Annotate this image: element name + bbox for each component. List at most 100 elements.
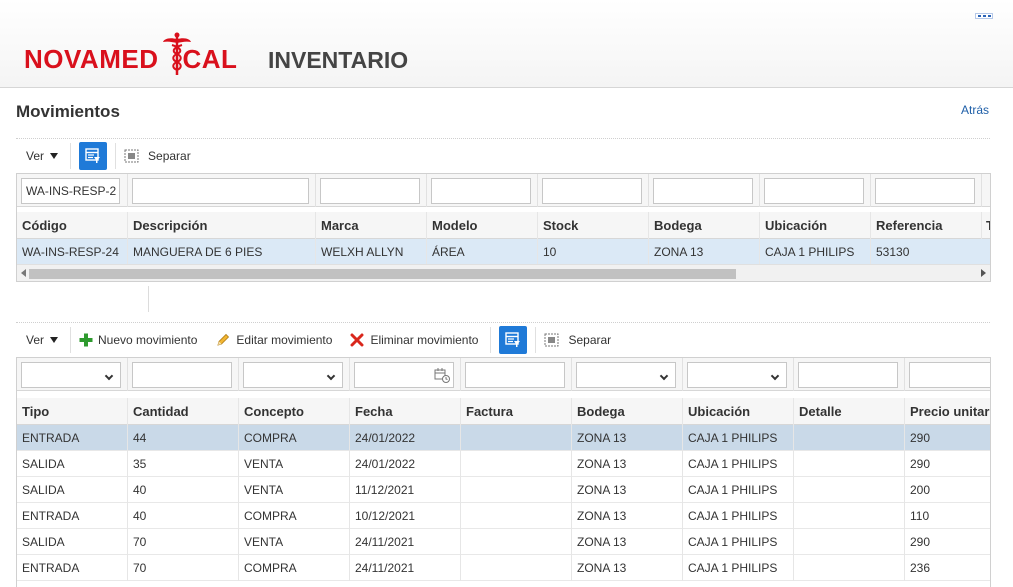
cell-tipo: SALIDA (17, 451, 128, 477)
filter-date-fecha[interactable] (354, 362, 454, 388)
column-header-cantidad[interactable]: Cantidad (128, 398, 239, 425)
column-header-referencia[interactable]: Referencia (871, 212, 982, 239)
table-row[interactable]: ENTRADA 44 COMPRA 24/01/2022 ZONA 13 CAJA 1 P… (17, 425, 990, 451)
table-row[interactable]: SALIDA 35 VENTA 24/01/2022 ZONA 13 CAJA 1 PHI… (17, 451, 990, 477)
cell-factura (461, 425, 572, 451)
movements-toolbar: Ver Nuevo movimiento Editar movimiento E… (16, 325, 611, 355)
cell-detalle (794, 529, 905, 555)
column-header-truncated[interactable]: T (982, 212, 990, 239)
filter-input-descripcion[interactable] (132, 178, 309, 204)
filter-cell-bodega (649, 174, 760, 207)
cell-cantidad: 70 (128, 555, 239, 581)
filter-table-icon (85, 148, 101, 163)
detach-label: Separar (568, 333, 612, 347)
filter-input-referencia[interactable] (875, 178, 975, 204)
filter-select-bodega[interactable] (576, 362, 676, 388)
column-header-tipo[interactable]: Tipo (17, 398, 128, 425)
filter-input-precio[interactable] (909, 362, 990, 388)
products-filter-row: WA-INS-RESP-2 (17, 174, 990, 207)
query-by-example-button[interactable] (79, 142, 108, 170)
cell-fecha: 11/12/2021 (350, 477, 461, 503)
table-row[interactable]: ENTRADA 40 COMPRA 10/12/2021 ZONA 13 CAJA 1 P… (17, 503, 990, 529)
edit-movement-button[interactable]: Editar movimiento (216, 327, 332, 353)
cell-bodega: ZONA 13 (572, 503, 683, 529)
cell-detalle (794, 503, 905, 529)
filter-cell-modelo (427, 174, 538, 207)
view-menu-label: Ver (26, 149, 45, 163)
scroll-right-icon[interactable] (981, 269, 986, 277)
cell-cantidad: 35 (128, 451, 239, 477)
column-header-detalle[interactable]: Detalle (794, 398, 905, 425)
column-header-precio[interactable]: Precio unitar (905, 398, 990, 425)
cell-factura (461, 451, 572, 477)
splitter[interactable] (148, 286, 149, 312)
column-header-codigo[interactable]: Código (17, 212, 128, 239)
filter-cell-referencia (871, 174, 982, 207)
cell-ubicacion: CAJA 1 PHILIPS (683, 477, 794, 503)
filter-cell-codigo: WA-INS-RESP-2 (17, 174, 128, 207)
cell-concepto: VENTA (239, 529, 350, 555)
cell-ubicacion: CAJA 1 PHILIPS (760, 239, 871, 265)
new-movement-button[interactable]: Nuevo movimiento (79, 327, 197, 353)
calendar-icon[interactable] (434, 367, 450, 383)
filter-select-tipo[interactable] (21, 362, 121, 388)
caduceus-icon (163, 32, 191, 75)
page-title: Movimientos (16, 102, 120, 121)
products-detach-button[interactable]: Separar (124, 143, 191, 169)
filter-input-marca[interactable] (320, 178, 420, 204)
table-row[interactable]: ENTRADA 70 COMPRA 24/11/2021 ZONA 13 CAJA 1 P… (17, 555, 990, 581)
products-header-row: Código Descripción Marca Modelo Stock Bo… (17, 212, 990, 239)
column-header-ubicacion[interactable]: Ubicación (683, 398, 794, 425)
filter-input-detalle[interactable] (798, 362, 898, 388)
column-header-descripcion[interactable]: Descripción (128, 212, 316, 239)
horizontal-scrollbar[interactable] (17, 264, 990, 281)
table-row[interactable]: SALIDA 40 VENTA 11/12/2021 ZONA 13 CAJA 1 PHI… (17, 477, 990, 503)
column-header-bodega[interactable]: Bodega (649, 212, 760, 239)
new-movement-label: Nuevo movimiento (98, 333, 198, 347)
filter-cell-detalle (794, 358, 905, 391)
scrollbar-thumb[interactable] (29, 269, 736, 279)
query-by-example-button[interactable] (499, 326, 528, 354)
cell-referencia: 53130 (871, 239, 990, 265)
filter-cell-concepto (239, 358, 350, 391)
filter-input-ubicacion[interactable] (764, 178, 864, 204)
cell-bodega: ZONA 13 (572, 451, 683, 477)
column-header-modelo[interactable]: Modelo (427, 212, 538, 239)
back-link[interactable]: Atrás (961, 103, 989, 117)
filter-input-codigo[interactable]: WA-INS-RESP-2 (21, 178, 120, 204)
cell-precio: 236 (910, 561, 931, 575)
movements-detach-button[interactable]: Separar (544, 327, 611, 353)
column-header-concepto[interactable]: Concepto (239, 398, 350, 425)
filter-input-modelo[interactable] (431, 178, 531, 204)
filter-cell-cantidad (128, 358, 239, 391)
filter-cell-descripcion (128, 174, 316, 207)
column-header-bodega[interactable]: Bodega (572, 398, 683, 425)
column-header-fecha[interactable]: Fecha (350, 398, 461, 425)
products-view-menu[interactable]: Ver (16, 143, 59, 169)
cell-cantidad: 40 (128, 503, 239, 529)
filter-input-stock[interactable] (542, 178, 642, 204)
cell-ubicacion: CAJA 1 PHILIPS (683, 451, 794, 477)
cell-bodega: ZONA 13 (572, 529, 683, 555)
filter-select-concepto[interactable] (243, 362, 343, 388)
table-row[interactable]: WA-INS-RESP-24 MANGUERA DE 6 PIES WELXH … (17, 239, 990, 265)
cell-fecha: 10/12/2021 (350, 503, 461, 529)
table-row[interactable]: SALIDA 70 VENTA 24/11/2021 ZONA 13 CAJA 1 PHI… (17, 529, 990, 555)
column-header-marca[interactable]: Marca (316, 212, 427, 239)
cell-ubicacion: CAJA 1 PHILIPS (683, 503, 794, 529)
column-header-ubicacion[interactable]: Ubicación (760, 212, 871, 239)
cell-fecha: 24/11/2021 (350, 529, 461, 555)
filter-input-bodega[interactable] (653, 178, 753, 204)
detach-label: Separar (148, 149, 191, 163)
filter-input-factura[interactable] (465, 362, 565, 388)
cell-precio: 200 (910, 483, 931, 497)
filter-input-cantidad[interactable] (132, 362, 232, 388)
scroll-left-icon[interactable] (21, 269, 26, 277)
column-header-factura[interactable]: Factura (461, 398, 572, 425)
filter-select-ubicacion[interactable] (687, 362, 787, 388)
cell-fecha: 24/11/2021 (350, 555, 461, 581)
movements-view-menu[interactable]: Ver (16, 327, 59, 353)
column-header-stock[interactable]: Stock (538, 212, 649, 239)
more-menu-icon[interactable] (975, 13, 993, 19)
delete-movement-button[interactable]: Eliminar movimiento (350, 327, 478, 353)
